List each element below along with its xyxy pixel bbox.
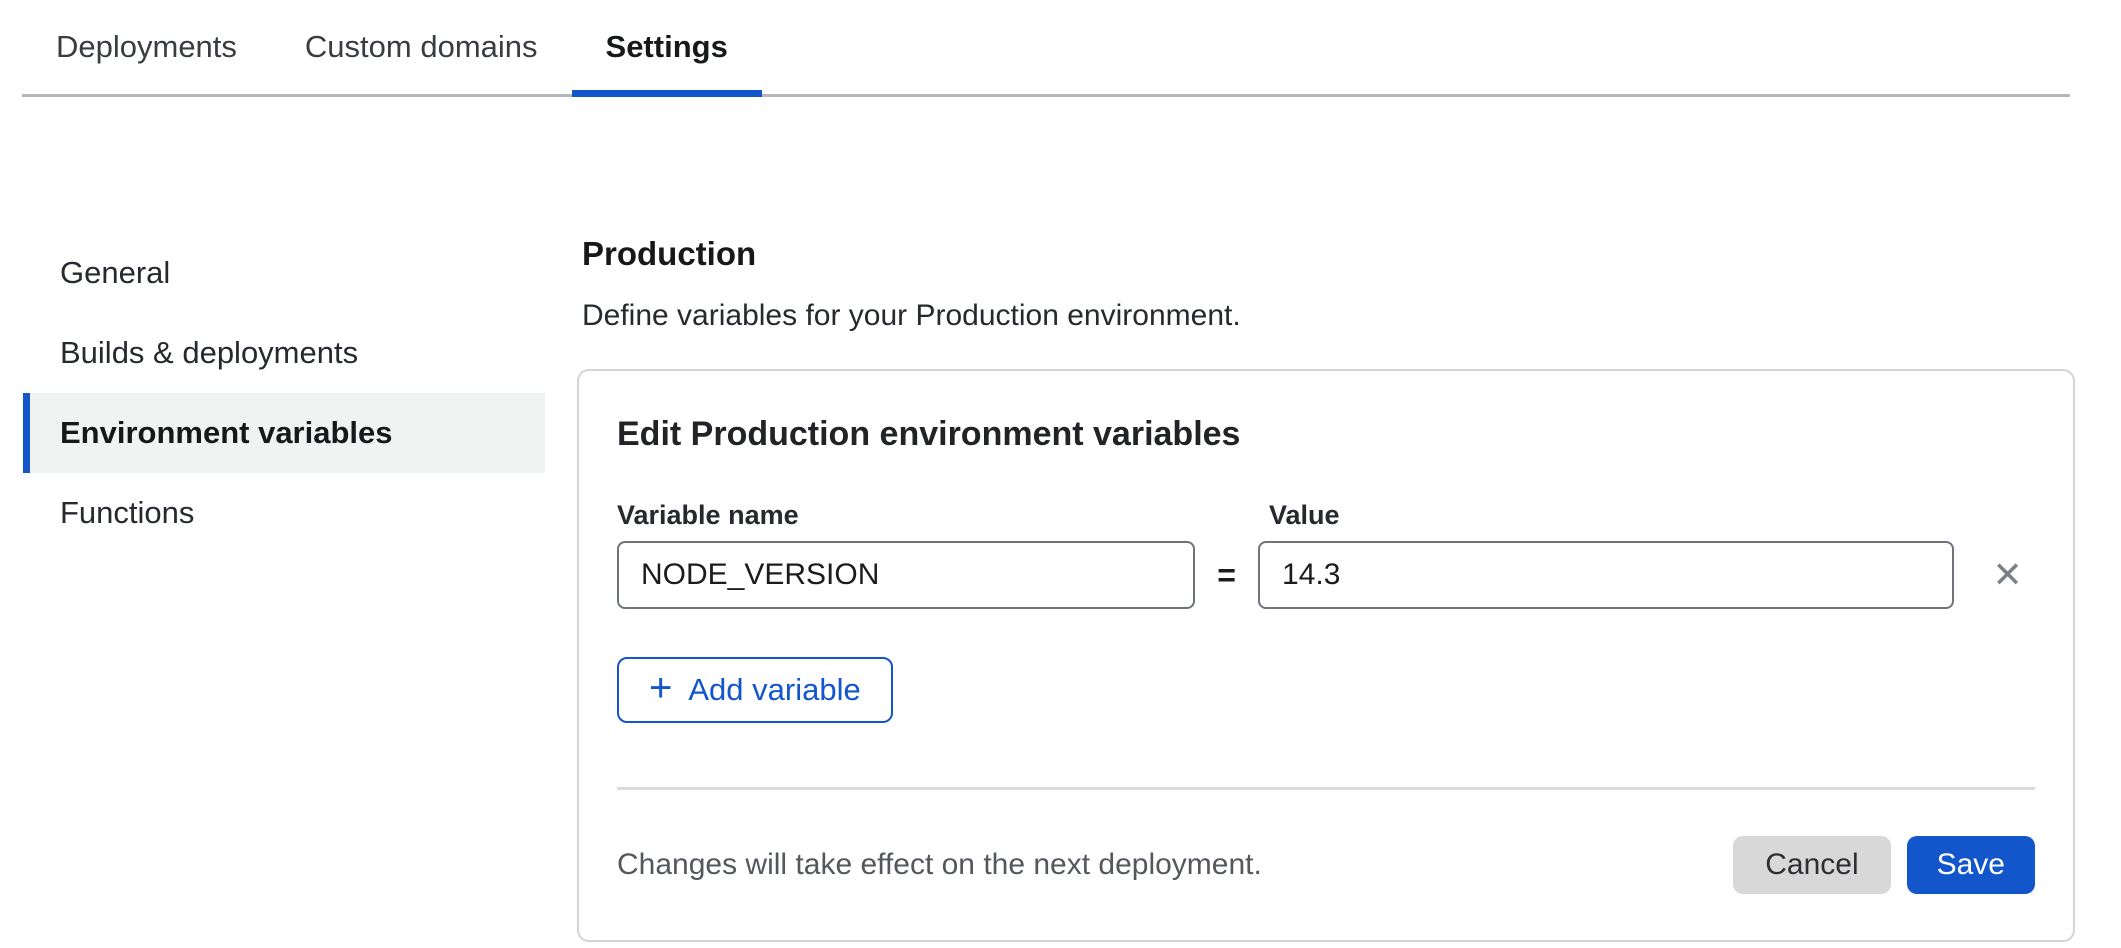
main-panel: Production Define variables for your Pro… — [577, 233, 2075, 942]
equals-sign: = — [1195, 557, 1258, 594]
sidebar-item-builds-deployments[interactable]: Builds & deployments — [23, 313, 545, 393]
environment-variables-card: Edit Production environment variables Va… — [577, 369, 2075, 942]
card-title: Edit Production environment variables — [617, 413, 2035, 455]
variable-value-input[interactable] — [1258, 541, 1954, 609]
plus-icon: + — [649, 668, 672, 708]
page-title: Production — [582, 233, 2075, 275]
tab-deployments[interactable]: Deployments — [22, 0, 271, 94]
save-button[interactable]: Save — [1907, 836, 2035, 894]
footer-note: Changes will take effect on the next dep… — [617, 848, 1262, 882]
card-footer: Changes will take effect on the next dep… — [617, 836, 2035, 894]
page: Deployments Custom domains Settings Gene… — [0, 0, 2121, 948]
variable-name-label: Variable name — [617, 499, 1269, 531]
sidebar-item-functions[interactable]: Functions — [23, 473, 545, 553]
tab-custom-domains[interactable]: Custom domains — [271, 0, 572, 94]
settings-sidebar: General Builds & deployments Environment… — [23, 233, 545, 553]
remove-variable-button[interactable]: ✕ — [1980, 547, 2035, 603]
variable-name-input[interactable] — [617, 541, 1195, 609]
add-variable-button[interactable]: + Add variable — [617, 657, 893, 723]
variable-row: = ✕ — [617, 541, 2035, 609]
field-labels-row: Variable name Value — [617, 499, 2035, 531]
cancel-button[interactable]: Cancel — [1733, 836, 1890, 894]
footer-actions: Cancel Save — [1733, 836, 2035, 894]
add-variable-label: Add variable — [688, 672, 860, 708]
tab-settings[interactable]: Settings — [572, 0, 762, 94]
sidebar-item-environment-variables[interactable]: Environment variables — [23, 393, 545, 473]
section-description: Define variables for your Production env… — [582, 299, 2075, 333]
value-label: Value — [1269, 499, 1340, 531]
tab-bar: Deployments Custom domains Settings — [22, 0, 2070, 97]
close-icon: ✕ — [1992, 557, 2022, 593]
card-divider — [617, 787, 2035, 790]
settings-content: General Builds & deployments Environment… — [0, 97, 2121, 942]
sidebar-item-general[interactable]: General — [23, 233, 545, 313]
